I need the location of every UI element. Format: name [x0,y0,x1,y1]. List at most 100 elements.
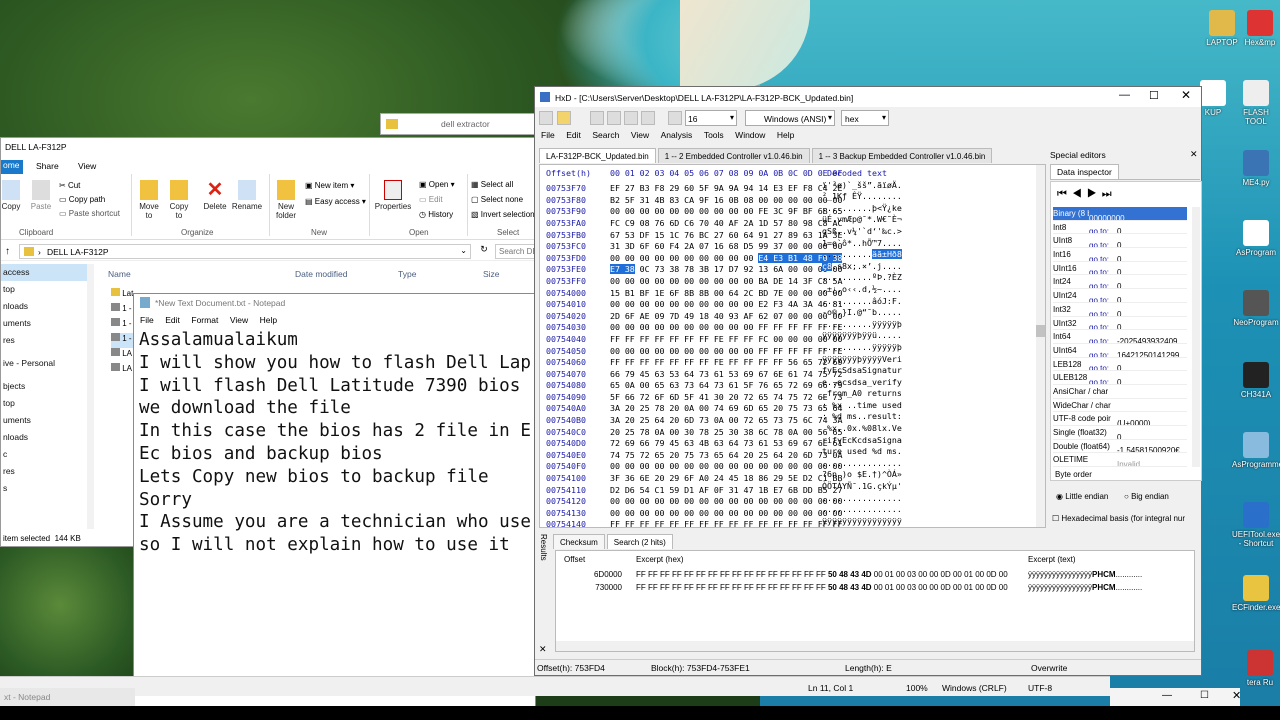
hex-row[interactable]: 00753F70 EF 27 B3 F8 29 60 5F 9A 9A 94 14… [546,180,1045,194]
menu-view[interactable]: View [230,315,248,325]
inspector-row[interactable]: Int24 go to: 0 [1053,275,1187,290]
hex-row[interactable]: 00754030 00 00 00 00 00 00 00 00 00 00 FF… [546,319,1045,333]
nav-item[interactable]: uments [1,412,94,429]
inspector-row[interactable]: AnsiChar / char [1053,385,1187,399]
select-none-button[interactable]: ▢ Select none [471,195,523,204]
tab-file[interactable]: 1 -- 3 Backup Embedded Controller v1.0.4… [811,148,993,163]
goto-link[interactable]: go to: [1089,308,1117,316]
maximize-icon[interactable]: ☐ [1200,690,1209,701]
hex-row[interactable]: 00754120 00 00 00 00 00 00 00 00 00 00 00… [546,493,1045,507]
hex-row[interactable]: 00754000 15 B1 BF 1E 6F 8B 8B 00 64 2C BD… [546,284,1045,298]
nav-item[interactable]: bjects [1,378,94,395]
desktop-icon-ch341a[interactable]: CH341A [1232,362,1280,399]
nav-item[interactable]: top [1,281,94,298]
tab-share[interactable]: Share [36,161,59,171]
hex-row[interactable]: 00753FD0 00 00 00 00 00 00 00 00 00 00 E4… [546,249,1045,263]
invert-selection-button[interactable]: ▧ Invert selection [471,210,539,219]
desktop-icon-asprogram[interactable]: AsProgram [1232,220,1280,257]
save-all-icon[interactable] [607,111,621,125]
desktop-icon-tera[interactable]: tera Ru [1240,650,1280,687]
hex-row[interactable]: 00753F90 00 00 00 00 00 00 00 00 00 00 FE… [546,203,1045,217]
hex-row[interactable]: 00754040 FF FF FF FF FF FF FF FE FF FF FC… [546,330,1045,344]
column-name[interactable]: Name [108,269,131,279]
goto-link[interactable]: go to: [1089,253,1117,261]
column-size[interactable]: Size [483,269,500,279]
base-select[interactable]: hex ▾ [841,110,889,126]
hex-editor-pane[interactable]: Offset(h) 00 01 02 03 04 05 06 07 08 09 0… [539,164,1046,528]
menu-format[interactable]: Format [191,315,218,325]
inspector-row[interactable]: WideChar / char [1053,399,1187,413]
copy-button[interactable]: Copy [1,180,21,211]
goto-link[interactable]: go to: [1089,349,1117,357]
tab-home[interactable]: ome [1,160,23,174]
up-arrow-icon[interactable]: ↑ [5,246,10,257]
close-icon[interactable]: ✕ [1181,88,1191,102]
hex-row[interactable]: 00754130 00 00 00 00 00 00 00 00 00 00 00… [546,504,1045,518]
inspector-row[interactable]: UTF-8 code poir (U+0000) [1053,412,1187,426]
hex-row[interactable]: 00753FC0 31 3D 6F 60 F4 2A 07 16 68 D5 99… [546,238,1045,252]
menu-file[interactable]: File [140,315,154,325]
cut-button[interactable]: ✂ Cut [59,181,80,190]
hex-row[interactable]: 00754140 FF FF FF FF FF FF FF FF FF FF FF… [546,516,1045,527]
hex-scrollbar[interactable] [1036,165,1045,527]
hex-row[interactable]: 00753F80 B2 5F 31 4B 83 CA 9F 16 0B 08 00… [546,191,1045,205]
desktop-icon-uefitool[interactable]: UEFITool.exe - Shortcut [1232,502,1280,548]
minimize-icon[interactable]: — [1162,690,1172,701]
hex-row[interactable]: 00754070 66 79 45 63 53 64 73 61 53 69 67… [546,365,1045,379]
goto-link[interactable]: go to: [1089,321,1117,329]
history-button[interactable]: ◷ History [419,210,453,219]
nav-item[interactable]: nloads [1,298,94,315]
hex-row[interactable]: 00754060 FF FF FF FF FF FF FF FE FF FF FF… [546,354,1045,368]
maximize-icon[interactable]: ☐ [1149,89,1159,102]
desktop-icon-hex[interactable]: Hex&mp [1236,10,1280,47]
goto-link[interactable]: go to: [1089,266,1117,274]
print-icon[interactable] [624,111,638,125]
menu-edit[interactable]: Edit [165,315,180,325]
hex-row[interactable]: 00754110 D2 D6 54 C1 59 D1 AF 0F 31 47 1B… [546,481,1045,495]
hex-row[interactable]: 00753FA0 FC C9 08 76 6D C6 70 40 AF 2A 1D… [546,214,1045,228]
result-row[interactable]: 730000 FF FF FF FF FF FF FF FF FF FF FF F… [556,581,1194,594]
goto-link[interactable]: go to: [1089,294,1117,302]
nav-item[interactable]: top [1,395,94,412]
tab-checksum[interactable]: Checksum [553,534,605,549]
nav-item[interactable]: access [1,264,94,281]
goto-link[interactable]: go to: [1089,239,1117,247]
copy-to-button[interactable]: Copy to [167,180,191,220]
easy-access-button[interactable]: ▤ Easy access ▾ [305,197,366,206]
paste-shortcut-button[interactable]: ▭ Paste shortcut [59,209,120,218]
menu-view[interactable]: View [631,130,649,140]
hex-row[interactable]: 00754080 65 0A 00 65 63 73 64 73 61 5F 76… [546,377,1045,391]
hex-row[interactable]: 00754050 00 00 00 00 00 00 00 00 00 00 FF… [546,342,1045,356]
inspector-row[interactable]: UInt8 go to: 0 [1053,234,1187,249]
inspector-row[interactable]: Double (float64) -1,54581500920€ [1053,440,1187,454]
undo-icon[interactable] [641,111,655,125]
tab-file[interactable]: LA-F312P-BCK_Updated.bin [539,148,656,163]
inspector-row[interactable]: UInt24 go to: 0 [1053,289,1187,303]
inspector-row[interactable]: UInt16 go to: 0 [1053,262,1187,276]
little-endian-radio[interactable]: ◉ Little endian [1056,492,1108,501]
hex-row[interactable]: 007540B0 3A 20 25 64 20 6D 73 0A 00 72 65… [546,411,1045,425]
goto-link[interactable]: go to: [1089,362,1117,370]
close-icon[interactable]: ✕ [1190,149,1198,160]
hex-row[interactable]: 007540D0 72 69 66 79 45 63 4B 63 64 73 61… [546,435,1045,449]
inspector-row[interactable]: UInt64 go to: 16421250141299 [1053,344,1187,358]
menu-help[interactable]: Help [777,130,794,140]
inspector-row[interactable]: UInt32 go to: 0 [1053,317,1187,331]
inspector-row[interactable]: Int32 go to: 0 [1053,303,1187,317]
columns-select[interactable]: 16 ▾ [685,110,737,126]
inspector-row[interactable]: Binary (8 bit)00000000 [1053,207,1187,221]
hex-row[interactable]: 007540E0 74 75 72 65 20 75 73 65 64 20 25… [546,446,1045,460]
minimize-icon[interactable]: — [1119,89,1130,101]
hex-row[interactable]: 007540A0 3A 20 25 78 20 0A 00 74 69 6D 65… [546,400,1045,414]
paste-button[interactable]: Paste [29,180,53,211]
inspector-scrollbar[interactable] [1192,207,1200,467]
notepad-taskbar-item[interactable]: xt - Notepad [0,688,135,706]
nav-item[interactable]: nloads [1,429,94,446]
open-file-icon[interactable] [557,111,571,125]
inspector-row[interactable]: Int8 go to: 0 [1053,221,1187,235]
charset-select[interactable]: Windows (ANSI) ▾ [745,110,835,126]
menu-edit[interactable]: Edit [566,130,581,140]
new-folder-button[interactable]: New folder [273,180,299,220]
nav-item[interactable]: res [1,463,94,480]
desktop-icon-flash-tool[interactable]: FLASH TOOL [1232,80,1280,126]
